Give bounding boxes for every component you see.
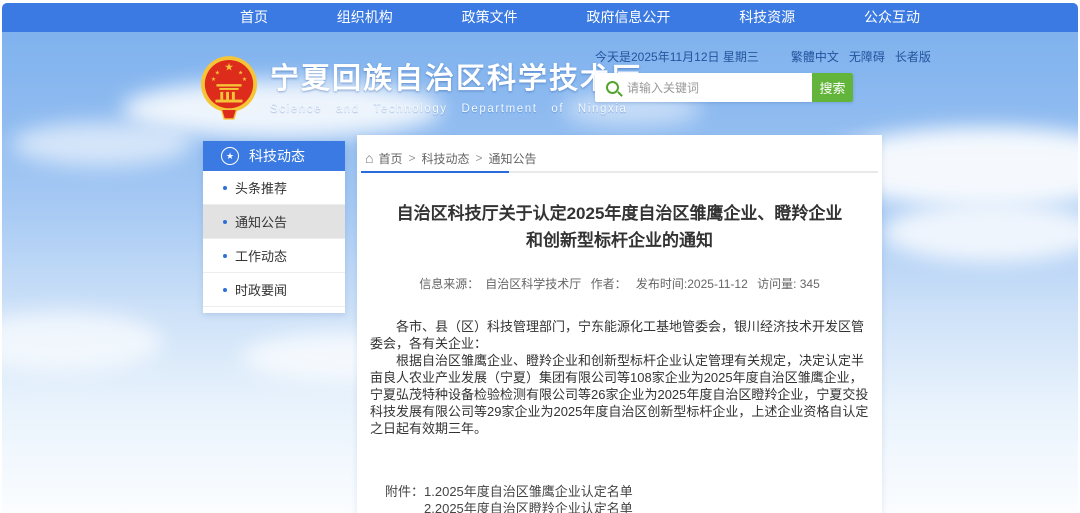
sidebar-title: 科技动态 — [249, 146, 305, 166]
svg-text:★: ★ — [224, 62, 234, 74]
link-accessibility[interactable]: 无障碍 — [849, 48, 885, 65]
sidebar-item-notices[interactable]: 通知公告 — [203, 205, 345, 239]
sidebar-item-label: 时政要闻 — [235, 280, 287, 299]
link-traditional-chinese[interactable]: 繁體中文 — [791, 48, 839, 65]
breadcrumb-home[interactable]: 首页 — [378, 150, 402, 167]
breadcrumb-divider — [361, 171, 878, 173]
search-box: 搜索 — [595, 73, 853, 102]
bullet-icon — [223, 220, 227, 224]
star-circle-icon: ★ — [221, 147, 239, 165]
top-info-bar: 今天是2025年11月12日 星期三 繁體中文 无障碍 长者版 — [595, 48, 880, 65]
bullet-icon — [223, 288, 227, 292]
svg-text:★: ★ — [215, 69, 220, 76]
bullet-icon — [223, 254, 227, 258]
article-title-line2: 和创新型标杆企业的通知 — [385, 227, 854, 254]
search-input[interactable] — [595, 73, 812, 102]
home-icon[interactable]: ⌂ — [365, 151, 373, 165]
attachment-link-gazelle-list[interactable]: 2.2025年度自治区瞪羚企业认定名单 — [424, 500, 672, 513]
site-title: 宁夏回族自治区科学技术厅 — [270, 62, 642, 96]
search-icon — [606, 81, 619, 94]
meta-visit-count: 访问量: 345 — [757, 277, 820, 291]
search-button[interactable]: 搜索 — [812, 73, 853, 102]
main-content: ⌂ 首页 > 科技动态 > 通知公告 自治区科技厅关于认定2025年度自治区雏鹰… — [357, 135, 882, 513]
sidebar: ★ 科技动态 头条推荐 通知公告 工作动态 时政要闻 — [203, 141, 345, 313]
sidebar-item-work-updates[interactable]: 工作动态 — [203, 239, 345, 273]
current-date: 今天是2025年11月12日 星期三 — [595, 48, 759, 65]
breadcrumb-separator: > — [476, 151, 483, 165]
nav-item-policy-documents[interactable]: 政策文件 — [452, 3, 528, 32]
svg-text:★: ★ — [242, 76, 247, 83]
meta-source-value: 自治区科学技术厅 — [485, 277, 581, 291]
link-elder-version[interactable]: 长者版 — [895, 48, 931, 65]
nav-item-sci-tech-resources[interactable]: 科技资源 — [729, 3, 805, 32]
meta-publish-time: 发布时间:2025-11-12 — [636, 277, 748, 291]
breadcrumb-separator: > — [408, 151, 415, 165]
article-paragraph: 各市、县（区）科技管理部门，宁东能源化工基地管委会，银川经济技术开发区管委会，各… — [370, 318, 870, 352]
attachment-list: 1.2025年度自治区雏鹰企业认定名单 2.2025年度自治区瞪羚企业认定名单 … — [424, 483, 672, 513]
svg-text:★: ★ — [211, 76, 216, 83]
article-paragraph: 根据自治区雏鹰企业、瞪羚企业和创新型标杆企业认定管理有关规定，决定认定半亩良人农… — [370, 352, 870, 437]
nav-row: 首页 组织机构 政策文件 政府信息公开 科技资源 公众互动 — [230, 3, 930, 32]
attachments: 附件： 1.2025年度自治区雏鹰企业认定名单 2.2025年度自治区瞪羚企业认… — [385, 483, 870, 513]
sidebar-item-label: 头条推荐 — [235, 178, 287, 197]
sidebar-item-headline[interactable]: 头条推荐 — [203, 171, 345, 205]
site-titles: 宁夏回族自治区科学技术厅 Science and Technology Depa… — [270, 55, 642, 115]
sidebar-item-label: 工作动态 — [235, 246, 287, 265]
bullet-icon — [223, 186, 227, 190]
sidebar-header: ★ 科技动态 — [203, 141, 345, 171]
article-body: 各市、县（区）科技管理部门，宁东能源化工基地管委会，银川经济技术开发区管委会，各… — [370, 318, 870, 437]
national-emblem-icon: ★ ★ ★ ★ ★ — [200, 55, 258, 121]
cloud — [882, 202, 1078, 262]
top-navigation: 首页 组织机构 政策文件 政府信息公开 科技资源 公众互动 — [2, 3, 1078, 32]
attachment-link-eagle-list[interactable]: 1.2025年度自治区雏鹰企业认定名单 — [424, 483, 672, 500]
meta-source-label: 信息来源： — [419, 277, 479, 291]
article-title-line1: 自治区科技厅关于认定2025年度自治区雏鹰企业、瞪羚企业 — [385, 200, 854, 227]
article-title: 自治区科技厅关于认定2025年度自治区雏鹰企业、瞪羚企业 和创新型标杆企业的通知 — [357, 200, 882, 254]
site-logo[interactable]: ★ ★ ★ ★ ★ 宁夏回族自治区科学技术厅 Science and Techn… — [200, 55, 642, 121]
svg-text:★: ★ — [238, 69, 243, 76]
breadcrumb: ⌂ 首页 > 科技动态 > 通知公告 — [365, 148, 870, 168]
article-meta: 信息来源： 自治区科学技术厅 作者： 发布时间:2025-11-12 访问量: 3… — [357, 275, 882, 292]
sidebar-item-current-politics[interactable]: 时政要闻 — [203, 273, 345, 307]
nav-item-home[interactable]: 首页 — [230, 3, 278, 32]
nav-item-public-interaction[interactable]: 公众互动 — [854, 3, 930, 32]
site-subtitle: Science and Technology Department of Nin… — [270, 103, 642, 115]
breadcrumb-sci-tech-news[interactable]: 科技动态 — [422, 150, 470, 167]
attachments-label: 附件： — [385, 483, 424, 513]
sidebar-list: 头条推荐 通知公告 工作动态 时政要闻 — [203, 171, 345, 313]
page: 首页 组织机构 政策文件 政府信息公开 科技资源 公众互动 ★ ★ ★ ★ ★ — [0, 0, 1080, 513]
breadcrumb-accent-bar — [361, 171, 509, 173]
cloud — [2, 312, 162, 372]
breadcrumb-notices[interactable]: 通知公告 — [489, 150, 537, 167]
nav-item-gov-info-disclosure[interactable]: 政府信息公开 — [576, 3, 680, 32]
meta-author-label: 作者： — [591, 277, 627, 291]
sidebar-item-label: 通知公告 — [235, 212, 287, 231]
nav-item-organization[interactable]: 组织机构 — [327, 3, 403, 32]
